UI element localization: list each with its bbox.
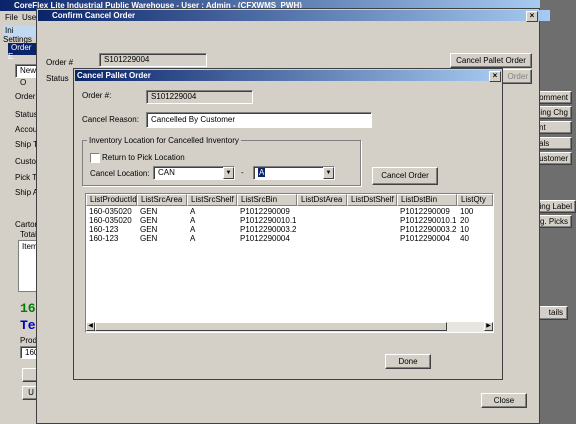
table-cell: 40 [460, 234, 469, 243]
cancel-reason-label: Cancel Reason: [82, 115, 139, 124]
menu-file[interactable]: File [5, 13, 18, 22]
main-label-product: Prod [20, 336, 37, 345]
scroll-thumb[interactable] [95, 322, 447, 331]
pallet-order-field: S101229004 [146, 90, 253, 104]
table-cell: 100 [460, 207, 474, 216]
column-header[interactable]: ListDstArea [297, 194, 347, 206]
order-entry-tab[interactable]: Order E [8, 43, 38, 61]
table-cell: P1012290009 [240, 207, 290, 216]
column-header[interactable]: ListQty [457, 194, 493, 206]
close-icon[interactable]: × [526, 11, 538, 22]
table-cell: 160-123 [89, 234, 119, 243]
table-row[interactable]: 160-035020 GEN A P1012290009 P1012290009… [86, 207, 493, 216]
close-icon[interactable]: × [489, 71, 501, 82]
pallet-dialog-title: Cancel Pallet Order [77, 71, 151, 80]
pallet-dialog-title-bar: Cancel Pallet Order [75, 70, 501, 81]
location-separator: - [241, 168, 244, 177]
confirm-dialog-title-bar: Confirm Cancel Order [38, 10, 550, 21]
confirm-order-field: S101229004 [99, 53, 207, 67]
table-cell: A [190, 234, 196, 243]
pallet-order-label: Order #: [82, 91, 112, 100]
inventory-location-group-title: Inventory Location for Cancelled Invento… [87, 136, 241, 145]
main-label-status: Status [15, 110, 38, 119]
blue-readout: Te [20, 318, 36, 333]
main-label-total: Total [20, 230, 37, 239]
column-header[interactable]: ListSrcBin [237, 194, 297, 206]
chevron-down-icon[interactable]: ▼ [323, 167, 334, 179]
table-cell: 160-035020 [89, 216, 132, 225]
cancel-reason-input[interactable]: Cancelled By Customer [146, 112, 372, 128]
table-cell: P1012290003.2 [240, 225, 297, 234]
column-header[interactable]: ListSrcShelf [187, 194, 237, 206]
table-cell: 20 [460, 216, 469, 225]
table-cell: P1012290003.2 [400, 225, 457, 234]
confirm-dialog-title: Confirm Cancel Order [52, 11, 136, 20]
column-header[interactable]: ListSrcArea [137, 194, 187, 206]
main-label-customer: Custo [15, 157, 36, 166]
table-cell: GEN [140, 225, 158, 234]
main-label-ship-to: Ship T [15, 140, 38, 149]
table-cell: A [190, 216, 196, 225]
column-header[interactable]: ListProductId [86, 194, 137, 206]
table-cell: P1012290009 [400, 207, 450, 216]
table-cell: P1012290004 [400, 234, 450, 243]
confirm-order-label: Order # [46, 58, 74, 67]
done-button[interactable]: Done [385, 354, 431, 369]
column-header[interactable]: ListDstShelf [347, 194, 397, 206]
pallet-grid[interactable]: ListProductId ListSrcArea ListSrcShelf L… [85, 193, 494, 333]
confirm-status-label: Status [46, 74, 69, 83]
close-button[interactable]: Close [481, 393, 527, 408]
green-readout: 16 [20, 301, 36, 316]
return-to-pick-label: Return to Pick Location [102, 153, 185, 162]
sub-location-value: A [258, 168, 266, 177]
table-cell: P1012290010.1 [400, 216, 457, 225]
table-row[interactable]: 160-123 GEN A P1012290003.2 P1012290003.… [86, 225, 493, 234]
main-label-account: Accou [15, 125, 38, 134]
main-label-ship-address: Ship A [15, 188, 39, 197]
table-cell: 160-035020 [89, 207, 132, 216]
table-cell: 10 [460, 225, 469, 234]
table-cell: GEN [140, 216, 158, 225]
table-row[interactable]: 160-123 GEN A P1012290004 P1012290004 40 [86, 234, 493, 243]
table-cell: GEN [140, 234, 158, 243]
table-cell: A [190, 225, 196, 234]
ini-settings-tab[interactable]: Ini Settings [3, 26, 39, 44]
table-cell: GEN [140, 207, 158, 216]
return-to-pick-checkbox[interactable] [90, 153, 100, 163]
table-cell: P1012290010.1 [240, 216, 297, 225]
scroll-right-icon[interactable]: ▶ [484, 322, 493, 331]
cancel-location-label: Cancel Location: [90, 169, 150, 178]
cancel-pallet-order-button[interactable]: Cancel Pallet Order [450, 53, 532, 68]
table-cell: A [190, 207, 196, 216]
cancel-order-button[interactable]: Cancel Order [372, 167, 438, 185]
table-row[interactable]: 160-035020 GEN A P1012290010.1 P10122900… [86, 216, 493, 225]
horizontal-scrollbar[interactable]: ◀ ▶ [86, 322, 493, 332]
table-cell: 160-123 [89, 225, 119, 234]
chevron-down-icon[interactable]: ▼ [223, 167, 234, 179]
table-cell: P1012290004 [240, 234, 290, 243]
column-header[interactable]: ListDstBin [397, 194, 457, 206]
scroll-left-icon[interactable]: ◀ [86, 322, 95, 331]
cancel-pallet-dialog: Cancel Pallet Order × Order #: S10122900… [73, 68, 503, 380]
